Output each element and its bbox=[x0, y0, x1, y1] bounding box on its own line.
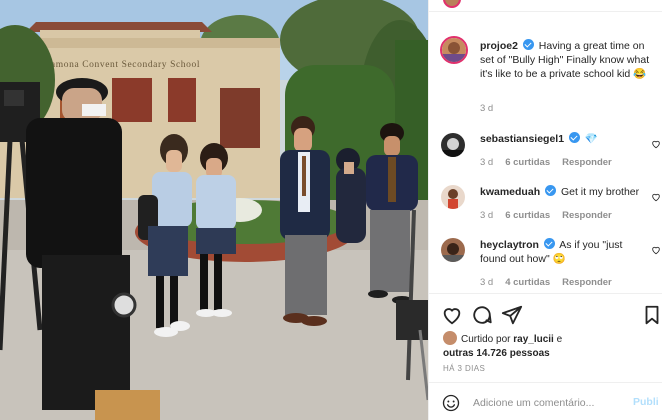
avatar[interactable] bbox=[441, 238, 465, 262]
header-strip bbox=[429, 0, 662, 12]
comment-meta: 3 d 4 curtidas Responder bbox=[480, 277, 624, 288]
share-icon[interactable] bbox=[501, 304, 523, 326]
comment-likes[interactable]: 6 curtidas bbox=[505, 157, 550, 168]
comment-time[interactable]: 3 d bbox=[480, 210, 493, 221]
avatar[interactable] bbox=[441, 133, 465, 157]
post-caption: projoe2 Having a great time on set of "B… bbox=[480, 39, 658, 81]
avatar[interactable] bbox=[440, 36, 468, 64]
comment-body: 💎 bbox=[584, 133, 598, 145]
likes-others[interactable]: outras 14.726 pessoas bbox=[443, 348, 550, 359]
bookmark-icon[interactable] bbox=[641, 304, 662, 326]
post-photo[interactable]: Ramona Convent Secondary School bbox=[0, 0, 428, 420]
publish-button[interactable]: Publi bbox=[633, 396, 659, 408]
school-sign-text: Ramona Convent Secondary School bbox=[44, 60, 200, 70]
avatar-image bbox=[441, 133, 465, 157]
verified-badge-icon bbox=[568, 132, 580, 143]
caption-username[interactable]: projoe2 bbox=[480, 40, 518, 52]
avatar-image bbox=[442, 38, 466, 62]
heart-icon[interactable] bbox=[441, 304, 463, 326]
comment-meta: 3 d 6 curtidas Responder bbox=[480, 157, 624, 168]
verified-badge-icon bbox=[543, 238, 555, 249]
comment-text: heyclaytron As if you "just found out ho… bbox=[480, 238, 650, 266]
reply-button[interactable]: Responder bbox=[562, 277, 612, 288]
likes-conj: e bbox=[556, 334, 563, 345]
comment-input[interactable] bbox=[473, 394, 623, 412]
post-age[interactable]: HÁ 3 DIAS bbox=[443, 364, 485, 373]
comment-text: sebastiansiegel1 💎 bbox=[480, 132, 650, 146]
comment-like-heart-icon[interactable] bbox=[651, 245, 661, 255]
comment-time[interactable]: 3 d bbox=[480, 157, 493, 168]
comment-time[interactable]: 3 d bbox=[480, 277, 493, 288]
avatar-image bbox=[441, 238, 465, 262]
avatar-image bbox=[441, 185, 465, 209]
liker-avatar[interactable] bbox=[443, 331, 457, 345]
comment-meta: 3 d 6 curtidas Responder bbox=[480, 210, 624, 221]
emoji-icon[interactable] bbox=[442, 394, 460, 412]
verified-badge-icon bbox=[522, 39, 534, 50]
add-comment-bar: Publi bbox=[429, 382, 662, 420]
reply-button[interactable]: Responder bbox=[562, 210, 612, 221]
comment-username[interactable]: kwameduah bbox=[480, 186, 540, 198]
likes-prefix: Curtido por bbox=[461, 334, 511, 345]
reply-button[interactable]: Responder bbox=[562, 157, 612, 168]
comment-icon[interactable] bbox=[471, 304, 493, 326]
verified-badge-icon bbox=[545, 185, 557, 196]
instagram-post: Ramona Convent Secondary School projoe2 … bbox=[0, 0, 662, 420]
liker-username[interactable]: ray_lucii bbox=[513, 334, 554, 345]
likes-summary: Curtido por ray_lucii e outras 14.726 pe… bbox=[443, 331, 562, 361]
comment-body: Get it my brother bbox=[560, 186, 640, 198]
comment-text: kwameduah Get it my brother bbox=[480, 185, 650, 199]
header-avatar[interactable] bbox=[443, 0, 461, 8]
post-photo-image: Ramona Convent Secondary School bbox=[0, 0, 428, 420]
comment-likes[interactable]: 6 curtidas bbox=[505, 210, 550, 221]
comment-username[interactable]: heyclaytron bbox=[480, 239, 539, 251]
caption-time[interactable]: 3 d bbox=[480, 103, 493, 114]
comment-username[interactable]: sebastiansiegel1 bbox=[480, 133, 564, 145]
comment-likes[interactable]: 4 curtidas bbox=[505, 277, 550, 288]
comment-like-heart-icon[interactable] bbox=[651, 192, 661, 202]
avatar[interactable] bbox=[441, 185, 465, 209]
post-side-panel: projoe2 Having a great time on set of "B… bbox=[428, 0, 662, 420]
comment-like-heart-icon[interactable] bbox=[651, 139, 661, 149]
